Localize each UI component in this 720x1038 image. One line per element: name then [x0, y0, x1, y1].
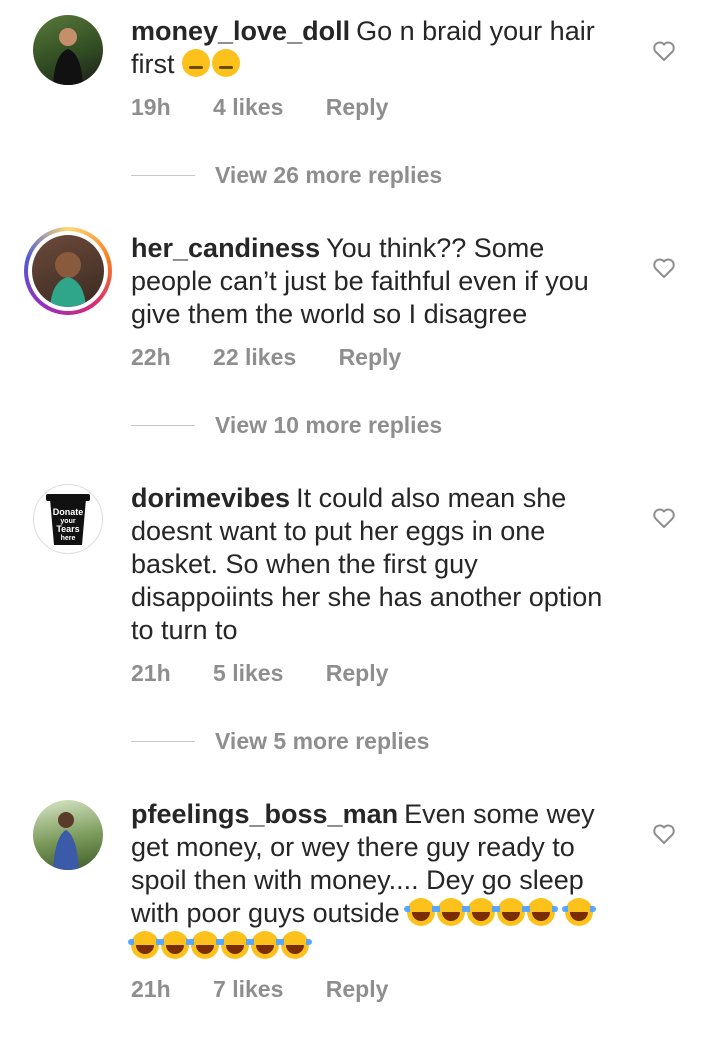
tears-of-joy-icon: [561, 898, 596, 926]
tears-of-joy-icon: [158, 931, 192, 959]
comment-text: pfeelings_boss_man Even some wey get mone…: [128, 798, 621, 963]
comment-text: dorimevibes It could also mean she doesnt…: [131, 483, 603, 645]
heart-outline-icon[interactable]: [652, 822, 676, 846]
comment-text: money_love_doll Go n braid your hair firs…: [131, 16, 595, 79]
comment-meta: 22h 22 likes Reply: [131, 344, 401, 371]
username[interactable]: dorimevibes: [131, 483, 290, 513]
reply-button[interactable]: Reply: [326, 94, 389, 121]
timestamp: 21h: [131, 660, 171, 686]
timestamp: 22h: [131, 344, 171, 370]
disappointed-face-icon: [182, 49, 211, 77]
avatar-photo: Donate your Tears here: [46, 494, 90, 545]
comment-meta: 21h 7 likes Reply: [131, 976, 388, 1003]
view-replies-button[interactable]: View 26 more replies: [131, 162, 471, 192]
reply-button[interactable]: Reply: [326, 976, 389, 1003]
avatar-text-4: here: [61, 535, 76, 542]
tears-of-joy-icon: [218, 931, 252, 959]
tears-of-joy-icon: [524, 898, 559, 926]
heart-outline-icon[interactable]: [652, 256, 676, 280]
likes-count[interactable]: 7 likes: [213, 976, 283, 1003]
tears-of-joy-icon: [188, 931, 222, 959]
tears-of-joy-icon: [494, 898, 529, 926]
avatar-photo: [50, 252, 86, 307]
comment-meta: 19h 4 likes Reply: [131, 94, 388, 121]
timestamp: 21h: [131, 976, 171, 1002]
likes-count[interactable]: 4 likes: [213, 94, 283, 121]
smirking-face-icon: [212, 49, 241, 77]
likes-count[interactable]: 22 likes: [213, 344, 296, 371]
reply-button[interactable]: Reply: [326, 660, 389, 687]
tears-of-joy-icon: [404, 898, 439, 926]
heart-outline-icon[interactable]: [652, 39, 676, 63]
avatar-text-3: Tears: [56, 524, 79, 534]
comment-text: her_candiness You think?? Some people can…: [131, 233, 589, 329]
avatar-text-1: Donate: [53, 507, 84, 517]
divider: [131, 741, 195, 742]
tears-of-joy-icon: [434, 898, 469, 926]
username[interactable]: her_candiness: [131, 233, 320, 263]
avatar[interactable]: [33, 15, 103, 85]
comment-meta: 21h 5 likes Reply: [131, 660, 388, 687]
avatar[interactable]: Donate your Tears here: [33, 484, 103, 554]
divider: [131, 425, 195, 426]
view-replies-button[interactable]: View 5 more replies: [131, 728, 471, 758]
timestamp: 19h: [131, 94, 171, 120]
username[interactable]: money_love_doll: [131, 16, 350, 46]
divider: [131, 175, 195, 176]
view-replies-button[interactable]: View 10 more replies: [131, 412, 471, 442]
reply-button[interactable]: Reply: [339, 344, 402, 371]
tears-of-joy-icon: [248, 931, 282, 959]
tears-of-joy-icon: [464, 898, 499, 926]
avatar-photo: [53, 812, 79, 870]
avatar-story-ring[interactable]: [24, 227, 112, 315]
avatar[interactable]: [33, 800, 103, 870]
tears-of-joy-icon: [128, 931, 162, 959]
tears-of-joy-icon: [278, 931, 312, 959]
avatar: [32, 235, 104, 307]
username[interactable]: pfeelings_boss_man: [131, 799, 398, 829]
avatar-photo: [53, 28, 83, 85]
likes-count[interactable]: 5 likes: [213, 660, 283, 687]
heart-outline-icon[interactable]: [652, 506, 676, 530]
